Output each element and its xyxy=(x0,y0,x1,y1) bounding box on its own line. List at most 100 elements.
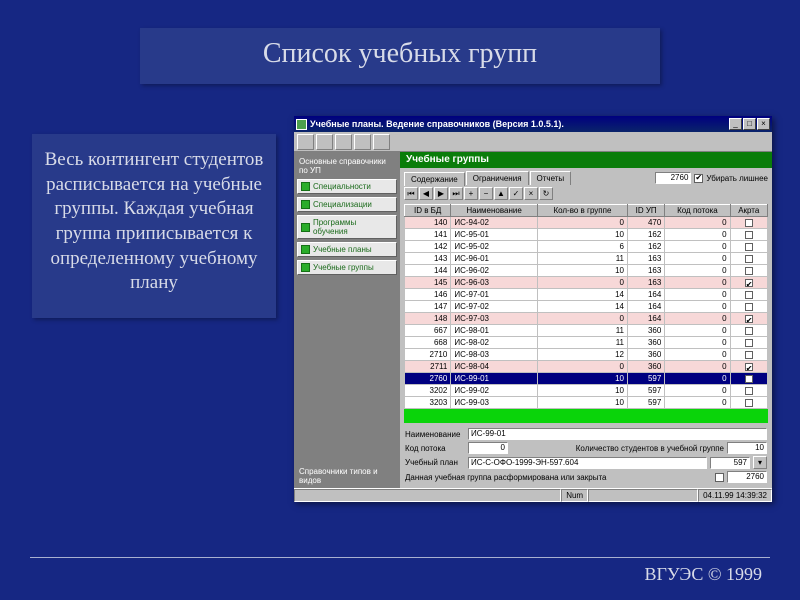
form-label-count: Количество студентов в учебной группе xyxy=(511,444,724,453)
nav-post-button[interactable]: ✓ xyxy=(509,187,523,200)
folder-icon xyxy=(301,263,310,272)
nav-edit-button[interactable]: ▲ xyxy=(494,187,508,200)
sidebar-item-label: Программы обучения xyxy=(313,218,393,236)
nav-first-button[interactable]: ⏮ xyxy=(404,187,418,200)
app-icon xyxy=(296,119,307,130)
toolbar-button[interactable] xyxy=(335,134,352,150)
table-row[interactable]: 143ИС-96-01111630 xyxy=(405,253,768,265)
table-row[interactable]: 144ИС-96-02101630 xyxy=(405,265,768,277)
tab-reports[interactable]: Отчеты xyxy=(530,171,572,185)
nav-cancel-button[interactable]: × xyxy=(524,187,538,200)
filter-checkbox[interactable] xyxy=(694,174,703,183)
column-header[interactable]: Акрта xyxy=(730,205,767,217)
table-row[interactable]: 145ИС-96-0301630✔ xyxy=(405,277,768,289)
row-checkbox[interactable] xyxy=(745,387,753,395)
nav-del-button[interactable]: − xyxy=(479,187,493,200)
column-header[interactable]: Кол-во в группе xyxy=(537,205,627,217)
row-checkbox[interactable] xyxy=(745,231,753,239)
tab-restrictions[interactable]: Ограничения xyxy=(466,171,529,185)
plan-input[interactable]: ИС-С-ОФО-1999-ЭН-597.604 xyxy=(468,457,707,469)
titlebar[interactable]: Учебные планы. Ведение справочников (Вер… xyxy=(294,116,772,132)
closed-checkbox[interactable] xyxy=(715,473,724,482)
minimize-button[interactable]: _ xyxy=(729,118,742,130)
main-panel: Учебные группы Содержание Ограничения От… xyxy=(400,152,772,488)
sidebar-item-label: Специализации xyxy=(313,200,372,209)
plan-lookup-button[interactable]: ▾ xyxy=(753,456,767,469)
status-datetime: 04.11.99 14:39:32 xyxy=(698,489,772,502)
table-row[interactable]: 667ИС-98-01113600 xyxy=(405,325,768,337)
toolbar-button[interactable] xyxy=(316,134,333,150)
sidebar: Основные справочники по УП Специальности… xyxy=(294,152,400,488)
folder-icon xyxy=(301,245,310,254)
row-checkbox[interactable] xyxy=(745,399,753,407)
table-row[interactable]: 3203ИС-99-03105970 xyxy=(405,397,768,409)
sidebar-item-programs[interactable]: Программы обучения xyxy=(297,215,397,239)
sidebar-item-specialties[interactable]: Специальности xyxy=(297,179,397,194)
row-checkbox[interactable]: ✔ xyxy=(745,279,753,287)
kod-input[interactable]: 0 xyxy=(468,442,508,454)
row-checkbox[interactable] xyxy=(745,255,753,263)
table-row[interactable]: 141ИС-95-01101620 xyxy=(405,229,768,241)
folder-icon xyxy=(301,223,310,232)
sidebar-item-label: Специальности xyxy=(313,182,371,191)
nav-prev-button[interactable]: ◀ xyxy=(419,187,433,200)
panel-header: Учебные группы xyxy=(400,152,772,168)
row-checkbox[interactable] xyxy=(745,303,753,311)
column-header[interactable]: Наименование xyxy=(451,205,538,217)
toolbar-button[interactable] xyxy=(354,134,371,150)
count-input[interactable]: 10 xyxy=(727,442,767,454)
row-checkbox[interactable] xyxy=(745,291,753,299)
nav-add-button[interactable]: + xyxy=(464,187,478,200)
form-label-name: Наименование xyxy=(405,430,465,439)
form-note: Данная учебная группа расформирована или… xyxy=(405,473,712,482)
status-empty xyxy=(588,489,698,502)
table-row[interactable]: 148ИС-97-0301640✔ xyxy=(405,313,768,325)
window-title: Учебные планы. Ведение справочников (Вер… xyxy=(310,119,729,129)
table-row[interactable]: 2711ИС-98-0403600✔ xyxy=(405,361,768,373)
nav-last-button[interactable]: ⏭ xyxy=(449,187,463,200)
tab-content[interactable]: Содержание xyxy=(404,172,465,186)
table-row[interactable]: 668ИС-98-02113600 xyxy=(405,337,768,349)
column-header[interactable]: Код потока xyxy=(665,205,730,217)
footer-rule xyxy=(30,557,770,558)
close-button[interactable]: × xyxy=(757,118,770,130)
row-checkbox[interactable] xyxy=(745,339,753,347)
table-row[interactable]: 146ИС-97-01141640 xyxy=(405,289,768,301)
column-header[interactable]: ID УП xyxy=(628,205,665,217)
sidebar-item-specializations[interactable]: Специализации xyxy=(297,197,397,212)
bottom-id-input[interactable]: 2760 xyxy=(727,471,767,483)
checkbox-label: Убирать лишнее xyxy=(706,174,768,183)
table-row[interactable]: 147ИС-97-02141640 xyxy=(405,301,768,313)
statusbar: Num 04.11.99 14:39:32 xyxy=(294,488,772,502)
table-row[interactable]: 142ИС-95-0261620 xyxy=(405,241,768,253)
form-label-plan: Учебный план xyxy=(405,458,465,467)
footer-text: ВГУЭС © 1999 xyxy=(645,564,762,585)
table-row[interactable]: 2710ИС-98-03123600 xyxy=(405,349,768,361)
plan-id-input[interactable]: 597 xyxy=(710,457,750,469)
table-row[interactable]: 2760ИС-99-01105970 xyxy=(405,373,768,385)
sidebar-item-groups[interactable]: Учебные группы xyxy=(297,260,397,275)
table-row[interactable]: 140ИС-94-0204700 xyxy=(405,217,768,229)
maximize-button[interactable]: □ xyxy=(743,118,756,130)
row-checkbox[interactable] xyxy=(745,267,753,275)
row-checkbox[interactable] xyxy=(745,219,753,227)
row-checkbox[interactable] xyxy=(745,327,753,335)
id-field[interactable]: 2760 xyxy=(655,172,691,184)
app-window: Учебные планы. Ведение справочников (Вер… xyxy=(294,116,772,502)
name-input[interactable]: ИС-99-01 xyxy=(468,428,767,440)
toolbar-button[interactable] xyxy=(297,134,314,150)
toolbar-button[interactable] xyxy=(373,134,390,150)
row-checkbox[interactable]: ✔ xyxy=(745,363,753,371)
grid-wrap: ID в БДНаименованиеКол-во в группеID УПК… xyxy=(400,202,772,425)
nav-row: ⏮ ◀ ▶ ⏭ + − ▲ ✓ × ↻ xyxy=(400,185,772,202)
row-checkbox[interactable] xyxy=(745,243,753,251)
row-checkbox[interactable]: ✔ xyxy=(745,315,753,323)
row-checkbox[interactable] xyxy=(745,375,753,383)
sidebar-item-plans[interactable]: Учебные планы xyxy=(297,242,397,257)
row-checkbox[interactable] xyxy=(745,351,753,359)
nav-refresh-button[interactable]: ↻ xyxy=(539,187,553,200)
data-grid[interactable]: ID в БДНаименованиеКол-во в группеID УПК… xyxy=(404,204,768,409)
nav-next-button[interactable]: ▶ xyxy=(434,187,448,200)
table-row[interactable]: 3202ИС-99-02105970 xyxy=(405,385,768,397)
column-header[interactable]: ID в БД xyxy=(405,205,451,217)
